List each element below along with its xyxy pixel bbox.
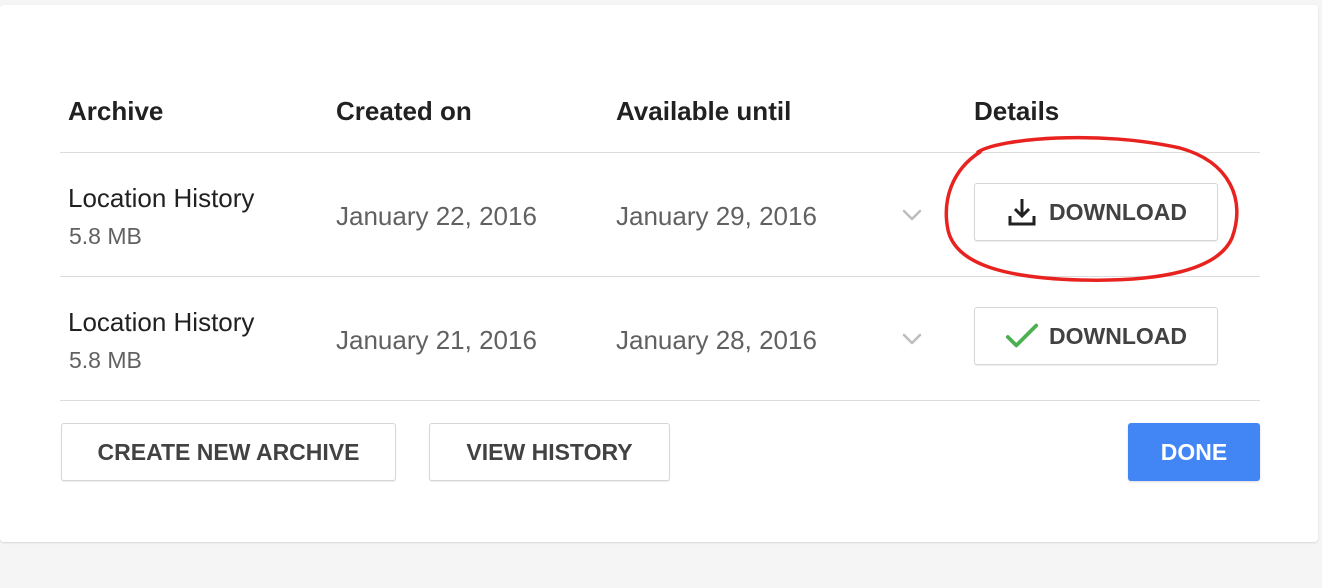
available-until-date: January 29, 2016 (616, 201, 817, 231)
view-history-button[interactable]: VIEW HISTORY (429, 423, 670, 481)
table-header: Archive Created on Available until Detai… (60, 72, 1260, 153)
archive-table: Archive Created on Available until Detai… (60, 72, 1260, 401)
archive-size: 5.8 MB (69, 223, 142, 249)
header-created-on: Created on (336, 96, 472, 126)
table-row: Location History 5.8 MB January 22, 2016… (60, 153, 1260, 277)
create-new-archive-button[interactable]: CREATE NEW ARCHIVE (61, 423, 396, 481)
table-row: Location History 5.8 MB January 21, 2016… (60, 277, 1260, 401)
checkmark-icon (1005, 319, 1039, 353)
archive-name: Location History (68, 183, 255, 213)
download-button-label: DOWNLOAD (1049, 198, 1187, 225)
created-on-date: January 21, 2016 (336, 325, 537, 355)
available-until-date: January 28, 2016 (616, 325, 817, 355)
download-button[interactable]: DOWNLOAD (974, 183, 1218, 241)
header-archive: Archive (68, 96, 164, 126)
download-icon (1005, 195, 1039, 229)
header-available-until: Available until (616, 96, 792, 126)
header-details: Details (974, 96, 1060, 126)
archive-size: 5.8 MB (69, 347, 142, 373)
chevron-down-icon[interactable] (898, 327, 926, 351)
chevron-down-icon[interactable] (898, 203, 926, 227)
done-button[interactable]: DONE (1128, 423, 1260, 481)
download-button[interactable]: DOWNLOAD (974, 307, 1218, 365)
archive-name: Location History (68, 307, 255, 337)
download-button-label: DOWNLOAD (1049, 322, 1187, 349)
created-on-date: January 22, 2016 (336, 201, 537, 231)
